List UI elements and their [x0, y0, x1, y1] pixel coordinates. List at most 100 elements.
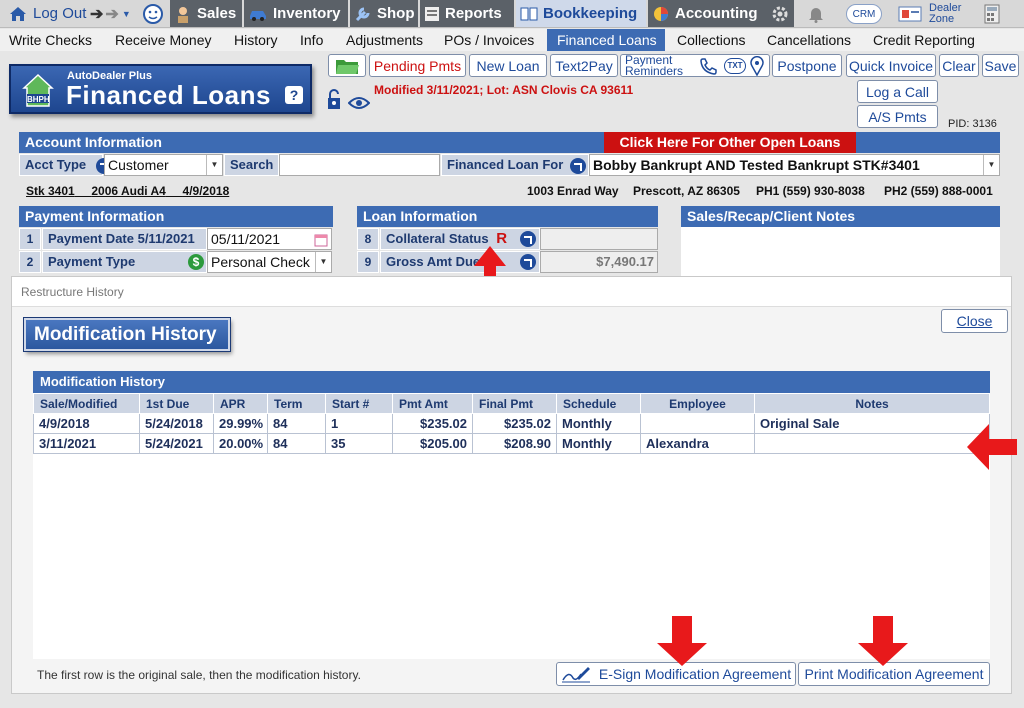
col-first-due: 1st Due: [139, 393, 214, 414]
crm-button[interactable]: CRM: [846, 0, 882, 27]
table-row[interactable]: 4/9/2018 5/24/2018 29.99% 84 1 $235.02 $…: [33, 413, 990, 434]
submenu-write-checks[interactable]: Write Checks: [9, 29, 92, 51]
financed-for-link-icon[interactable]: [569, 157, 586, 174]
table-row[interactable]: 3/11/2021 5/24/2021 20.00% 84 35 $205.00…: [33, 433, 990, 454]
cell-schedule: Monthly: [556, 413, 641, 434]
phone-2: PH2 (559) 888-0001: [884, 184, 993, 198]
col-apr: APR: [213, 393, 268, 414]
submenu-pos-invoices[interactable]: POs / Invoices: [444, 29, 534, 51]
user-face-icon[interactable]: [142, 0, 168, 27]
submenu-cancellations[interactable]: Cancellations: [767, 29, 851, 51]
annotation-arrow-down: [657, 616, 707, 666]
save-button[interactable]: Save: [982, 54, 1019, 77]
grid-title: Modification History: [33, 371, 990, 393]
col-employee: Employee: [640, 393, 755, 414]
chevron-down-icon[interactable]: ▼: [122, 9, 131, 19]
gross-amt-link-icon[interactable]: [520, 254, 536, 270]
settings-gear-icon[interactable]: [766, 0, 794, 27]
account-header-fill: [856, 132, 1000, 153]
cell-first-due: 5/24/2018: [139, 413, 214, 434]
log-a-call-button[interactable]: Log a Call: [857, 80, 938, 103]
chevron-down-icon[interactable]: ▼: [206, 155, 222, 175]
other-open-loans-button[interactable]: Click Here For Other Open Loans: [604, 132, 856, 153]
nav-inventory[interactable]: Inventory: [244, 0, 348, 27]
map-pin-icon[interactable]: [750, 56, 764, 79]
pending-pmts-button[interactable]: Pending Pmts: [369, 54, 466, 77]
forward-arrow-icon[interactable]: ➔: [105, 4, 118, 24]
cell-sale-modified: 4/9/2018: [33, 413, 140, 434]
stock-link[interactable]: Stk 3401 2006 Audi A4 4/9/2018: [26, 184, 229, 198]
submenu-receive-money[interactable]: Receive Money: [115, 29, 212, 51]
col-sale-modified: Sale/Modified: [33, 393, 140, 414]
folder-icon: [336, 59, 359, 74]
payment-date-input[interactable]: 05/11/2021: [207, 228, 332, 250]
as-pmts-button[interactable]: A/S Pmts: [857, 105, 938, 128]
payment-type-select[interactable]: Personal Check ▼: [207, 251, 332, 273]
phone-1: PH1 (559) 930-8038: [756, 184, 865, 198]
dealer-zone-icon[interactable]: [898, 0, 924, 27]
chevron-down-icon[interactable]: ▼: [983, 155, 999, 175]
submenu-history[interactable]: History: [234, 29, 278, 51]
row-number: 1: [19, 228, 41, 250]
cell-final-pmt: $235.02: [472, 413, 557, 434]
modified-info: Modified 3/11/2021; Lot: ASN Clovis CA 9…: [374, 83, 634, 97]
book-icon: [520, 6, 538, 22]
phone-icon[interactable]: [698, 57, 718, 78]
calendar-icon[interactable]: [314, 232, 328, 249]
collateral-status-code: R: [496, 230, 508, 247]
nav-shop[interactable]: Shop: [350, 0, 418, 27]
col-schedule: Schedule: [556, 393, 641, 414]
folder-button[interactable]: [328, 54, 366, 77]
cell-sale-modified: 3/11/2021: [33, 433, 140, 454]
bell-icon[interactable]: [808, 0, 830, 27]
dealer-zone-link[interactable]: Dealer Zone: [929, 0, 971, 27]
search-input[interactable]: [279, 154, 440, 176]
col-pmt-amt: Pmt Amt: [392, 393, 473, 414]
car-icon: [248, 7, 268, 21]
chevron-down-icon[interactable]: ▼: [315, 252, 331, 272]
pid-label: PID: 3136: [948, 118, 997, 130]
collateral-link-icon[interactable]: [520, 231, 536, 247]
unlock-icon[interactable]: [326, 88, 342, 110]
dollar-icon[interactable]: $: [188, 254, 204, 270]
acct-type-select[interactable]: Customer ▼: [104, 154, 223, 176]
payment-date-label: Payment Date 5/11/2021: [42, 228, 207, 250]
new-loan-button[interactable]: New Loan: [469, 54, 547, 77]
submenu-financed-loans[interactable]: Financed Loans: [547, 29, 665, 51]
back-arrow-icon[interactable]: ➔: [90, 4, 103, 24]
help-icon[interactable]: ?: [285, 86, 303, 104]
collateral-status-label: Collateral Status R: [380, 228, 540, 250]
close-button[interactable]: Close: [941, 309, 1008, 333]
notes-header: Sales/Recap/Client Notes: [681, 206, 1000, 227]
cell-first-due: 5/24/2021: [139, 433, 214, 454]
cell-notes: [754, 433, 990, 454]
cell-schedule: Monthly: [556, 433, 641, 454]
cloud-icon: CRM: [846, 3, 882, 24]
clear-button[interactable]: Clear: [939, 54, 979, 77]
submenu-collections[interactable]: Collections: [677, 29, 745, 51]
history-nav-arrows[interactable]: ➔ ➔ ▼: [90, 0, 140, 27]
cell-term: 84: [267, 413, 326, 434]
annotation-arrow-down: [858, 616, 908, 666]
notes-area[interactable]: [681, 227, 1000, 277]
financed-loan-for-select[interactable]: Bobby Bankrupt AND Tested Bankrupt STK#3…: [589, 154, 1000, 176]
text2pay-button[interactable]: Text2Pay: [550, 54, 618, 77]
quick-invoice-button[interactable]: Quick Invoice: [846, 54, 936, 77]
payment-reminders-button[interactable]: Payment Reminders: [620, 54, 770, 77]
logout-link[interactable]: Log Out: [4, 0, 90, 27]
wrench-icon: [354, 5, 372, 23]
nav-sales[interactable]: Sales: [170, 0, 242, 27]
bookkeeping-submenu: Write Checks Receive Money History Info …: [0, 29, 1024, 51]
annotation-arrow-left: [967, 424, 1017, 470]
row-number: 9: [357, 251, 379, 273]
nav-reports[interactable]: Reports: [420, 0, 514, 27]
eye-icon[interactable]: [347, 96, 371, 110]
calculator-icon[interactable]: [984, 0, 1004, 27]
submenu-adjustments[interactable]: Adjustments: [346, 29, 423, 51]
nav-bookkeeping[interactable]: Bookkeeping: [516, 0, 646, 27]
submenu-info[interactable]: Info: [300, 29, 323, 51]
nav-accounting[interactable]: Accounting: [648, 0, 766, 27]
postpone-button[interactable]: Postpone: [772, 54, 842, 77]
submenu-credit-reporting[interactable]: Credit Reporting: [873, 29, 975, 51]
txt-bubble-icon[interactable]: TXT: [724, 58, 746, 74]
